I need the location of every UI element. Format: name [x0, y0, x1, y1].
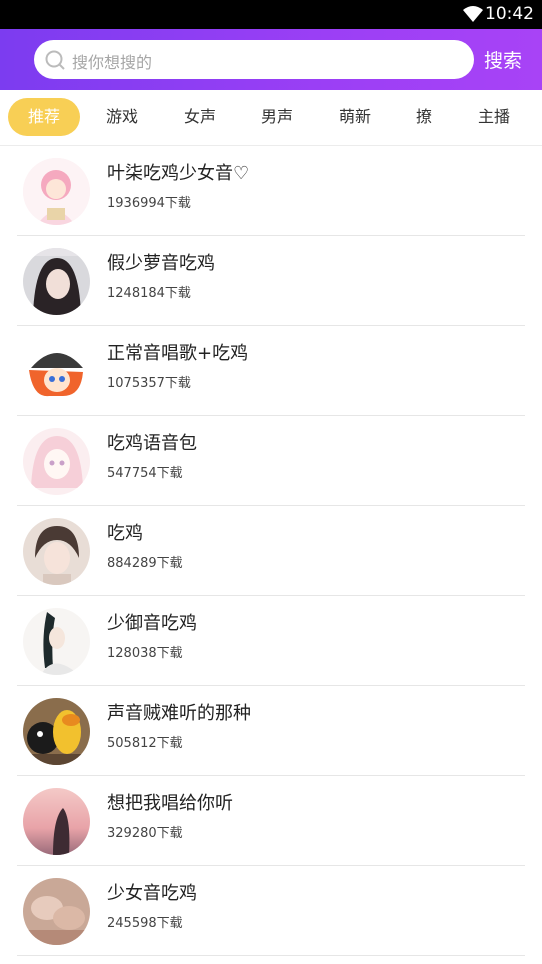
- voice-pack-list: 叶柒吃鸡少女音♡ 1936994下载 假少萝音吃鸡 1248184下载 正常音唱…: [0, 146, 542, 956]
- download-count: 245598下载: [107, 916, 183, 931]
- list-item[interactable]: 少女音吃鸡 245598下载: [17, 866, 525, 956]
- list-item[interactable]: 叶柒吃鸡少女音♡ 1936994下载: [17, 146, 525, 236]
- download-count: 505812下载: [107, 736, 183, 751]
- download-count: 1936994下载: [107, 196, 191, 211]
- tab-female-voice[interactable]: 女声: [172, 98, 228, 136]
- tab-newbie[interactable]: 萌新: [327, 98, 383, 136]
- avatar: [23, 428, 90, 495]
- avatar: [23, 248, 90, 315]
- search-input[interactable]: 搜你想搜的: [34, 40, 474, 79]
- clock: 10:42: [485, 4, 534, 24]
- list-item[interactable]: 假少萝音吃鸡 1248184下载: [17, 236, 525, 326]
- download-count: 1075357下载: [107, 376, 191, 391]
- item-title: 少御音吃鸡: [107, 613, 197, 634]
- avatar: [23, 698, 90, 765]
- header: 搜你想搜的 搜索: [0, 29, 542, 90]
- list-item[interactable]: 正常音唱歌+吃鸡 1075357下载: [17, 326, 525, 416]
- download-count: 128038下载: [107, 646, 183, 661]
- wifi-icon: [463, 6, 483, 22]
- list-item[interactable]: 吃鸡语音包 547754下载: [17, 416, 525, 506]
- item-title: 想把我唱给你听: [107, 793, 233, 814]
- avatar: [23, 608, 90, 675]
- item-title: 声音贼难听的那种: [107, 703, 251, 724]
- list-item[interactable]: 吃鸡 884289下载: [17, 506, 525, 596]
- item-title: 少女音吃鸡: [107, 883, 197, 904]
- search-icon: [45, 50, 65, 70]
- avatar: [23, 518, 90, 585]
- tab-streamer[interactable]: 主播: [466, 98, 522, 136]
- avatar: [23, 158, 90, 225]
- item-title: 吃鸡: [107, 523, 143, 544]
- download-count: 547754下载: [107, 466, 183, 481]
- list-item[interactable]: 想把我唱给你听 329280下载: [17, 776, 525, 866]
- avatar: [23, 878, 90, 945]
- search-placeholder: 搜你想搜的: [72, 53, 153, 72]
- tab-game[interactable]: 游戏: [94, 98, 150, 136]
- status-bar: 10:42: [0, 0, 542, 29]
- category-tabs: 推荐 游戏 女声 男声 萌新 撩 主播: [0, 90, 542, 146]
- download-count: 1248184下载: [107, 286, 191, 301]
- item-title: 吃鸡语音包: [107, 433, 197, 454]
- list-item[interactable]: 声音贼难听的那种 505812下载: [17, 686, 525, 776]
- tab-recommend[interactable]: 推荐: [8, 98, 80, 136]
- item-title: 叶柒吃鸡少女音♡: [107, 163, 250, 184]
- download-count: 329280下载: [107, 826, 183, 841]
- search-button[interactable]: 搜索: [484, 46, 522, 73]
- item-title: 正常音唱歌+吃鸡: [107, 343, 249, 364]
- download-count: 884289下载: [107, 556, 183, 571]
- tab-flirt[interactable]: 撩: [402, 98, 446, 136]
- item-title: 假少萝音吃鸡: [107, 253, 215, 274]
- avatar: [23, 338, 90, 405]
- tab-male-voice[interactable]: 男声: [249, 98, 305, 136]
- avatar: [23, 788, 90, 855]
- list-item[interactable]: 少御音吃鸡 128038下载: [17, 596, 525, 686]
